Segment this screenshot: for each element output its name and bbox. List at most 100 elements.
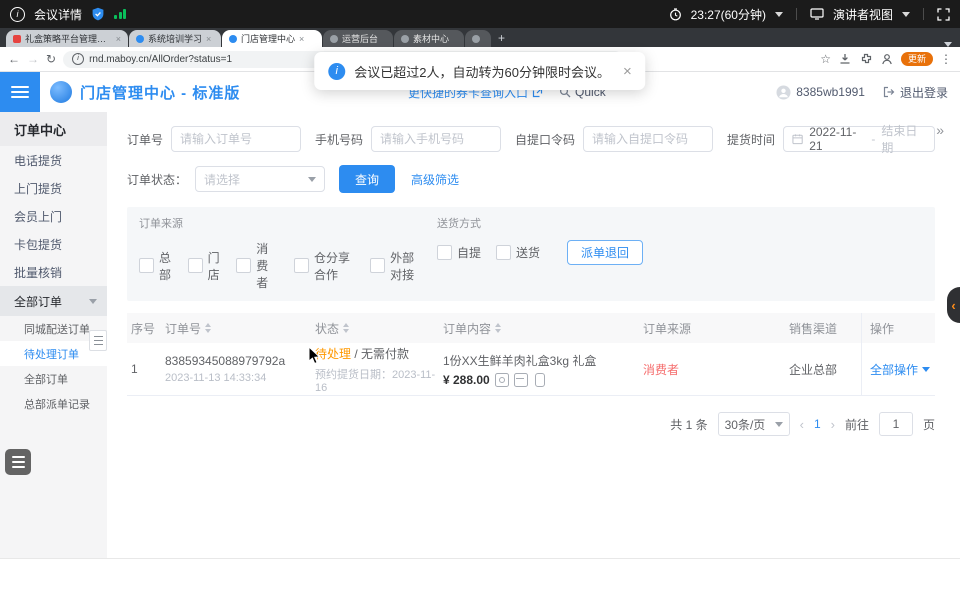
advanced-filter-link[interactable]: 高级筛选 — [411, 171, 459, 188]
timer-caret-icon[interactable] — [775, 12, 783, 17]
browser-update-button[interactable]: 更新 — [901, 52, 933, 66]
forward-button[interactable]: → — [27, 53, 39, 65]
row-index: 1 — [127, 362, 161, 376]
download-icon[interactable] — [838, 52, 852, 66]
prev-page-button[interactable]: ‹ — [800, 417, 804, 432]
dispatch-return-button[interactable]: 派单退回 — [567, 240, 643, 265]
browser-tab[interactable]: 系统培训学习 × — [129, 30, 221, 47]
sidebar-item-batch-verify[interactable]: 批量核销 — [0, 258, 107, 286]
profile-icon[interactable] — [880, 52, 894, 66]
sidebar-item-all-orders[interactable]: 全部订单 — [0, 366, 107, 391]
sort-icon[interactable] — [343, 323, 349, 333]
col-index: 序号 — [127, 320, 161, 337]
delivery-mode-title: 送货方式 — [437, 215, 643, 231]
checkbox-icon — [496, 245, 511, 260]
checkbox-icon — [437, 245, 452, 260]
meeting-timer: 23:27(60分钟) — [691, 6, 766, 23]
sidebar-item-card-pickup[interactable]: 卡包提货 — [0, 230, 107, 258]
checkbox-source-store[interactable]: 门店 — [188, 249, 222, 283]
new-tab-button[interactable]: + — [498, 31, 505, 45]
order-no-input[interactable] — [171, 126, 301, 152]
tab-close-icon[interactable]: × — [206, 34, 211, 44]
bookmark-icon[interactable]: ☆ — [820, 53, 831, 65]
order-content-value: 1份XX生鲜羊肉礼盒3kg 礼盒 — [443, 352, 639, 369]
checkbox-source-share[interactable]: 仓分享合作 — [294, 249, 355, 283]
browser-tab[interactable]: 运营后台 — [323, 30, 393, 47]
checkbox-icon — [188, 258, 203, 273]
next-page-button[interactable]: › — [831, 417, 835, 432]
browser-tab-active[interactable]: 门店管理中心 × — [222, 30, 322, 47]
order-main-panel: » 订单号 手机号码 自提口令码 提货时间 2022-11-21 - 结束日期 — [107, 112, 960, 558]
logout-button[interactable]: 退出登录 — [883, 84, 948, 101]
row-channel: 企业总部 — [785, 361, 861, 378]
quick-filter-panel: 订单来源 总部 门店 消费者 仓分享合作 外部对接 送货方式 自提 送货 派单退… — [127, 207, 935, 301]
info-icon: i — [328, 63, 345, 80]
user-account[interactable]: 8385wb1991 — [776, 85, 865, 100]
all-actions-dropdown[interactable]: 全部操作 — [870, 361, 930, 378]
col-status[interactable]: 状态 — [311, 320, 439, 337]
row-content-cell: 1份XX生鲜羊肉礼盒3kg 礼盒 ¥ 288.00 — [439, 352, 639, 387]
col-content[interactable]: 订单内容 — [439, 320, 639, 337]
brand-name: 门店管理中心 - 标准版 — [80, 82, 240, 103]
chevron-down-icon — [922, 367, 930, 372]
browser-tab[interactable]: 素材中心 — [394, 30, 464, 47]
pickup-code-label: 自提口令码 — [515, 131, 575, 148]
filter-collapse-icon[interactable]: » — [936, 122, 944, 138]
browser-menu-icon[interactable]: ⋮ — [940, 52, 952, 66]
view-mode-label[interactable]: 演讲者视图 — [833, 6, 893, 23]
meeting-panel-handle[interactable]: ‹ — [947, 287, 960, 323]
sidebar-collapse-handle[interactable] — [89, 330, 107, 351]
checkbox-source-external[interactable]: 外部对接 — [370, 249, 422, 283]
meeting-detail-label[interactable]: 会议详情 — [34, 6, 82, 23]
browser-tab[interactable] — [465, 30, 491, 47]
page-size-select[interactable]: 30条/页 — [718, 412, 790, 436]
date-range-picker[interactable]: 2022-11-21 - 结束日期 — [783, 126, 935, 152]
sidebar-item-member-visit[interactable]: 会员上门 — [0, 202, 107, 230]
tab-close-icon[interactable]: × — [116, 34, 121, 44]
site-info-icon[interactable]: i — [72, 53, 84, 65]
table-row[interactable]: 1 83859345088979792a 2023-11-13 14:33:34… — [127, 343, 935, 396]
search-button[interactable]: 查询 — [339, 165, 395, 193]
checkbox-source-hq[interactable]: 总部 — [139, 249, 173, 283]
sort-icon[interactable] — [205, 323, 211, 333]
tab-favicon — [13, 35, 21, 43]
brand: 门店管理中心 - 标准版 — [50, 72, 240, 112]
back-button[interactable]: ← — [8, 53, 20, 65]
tab-favicon — [330, 35, 338, 43]
current-page[interactable]: 1 — [814, 417, 821, 431]
tab-title: 礼盒策略平台管理中心 — [25, 32, 112, 45]
goto-page-input[interactable] — [879, 412, 913, 436]
tab-close-icon[interactable]: × — [299, 34, 304, 44]
tab-title: 门店管理中心 — [241, 32, 295, 45]
pagination: 共 1 条 30条/页 ‹ 1 › 前往 页 — [127, 412, 935, 436]
logout-icon — [883, 86, 895, 98]
sort-icon[interactable] — [495, 323, 501, 333]
app-menu-button[interactable] — [0, 72, 40, 112]
checkbox-delivery-delivery[interactable]: 送货 — [496, 244, 540, 261]
sidebar-item-hq-dispatch-log[interactable]: 总部派单记录 — [0, 391, 107, 416]
chevron-down-icon — [775, 422, 783, 427]
pickup-date-value: 预约提货日期：2023-11-16 — [315, 366, 439, 394]
checkbox-delivery-selfpickup[interactable]: 自提 — [437, 244, 481, 261]
chevron-down-icon — [89, 299, 97, 304]
sidebar-group-all-orders[interactable]: 全部订单 — [0, 286, 107, 316]
pickup-code-input[interactable] — [583, 126, 713, 152]
view-mode-caret-icon[interactable] — [902, 12, 910, 17]
sidebar-item-door-pickup[interactable]: 上门提货 — [0, 174, 107, 202]
floating-toolbar-button[interactable] — [5, 449, 31, 475]
col-order-no[interactable]: 订单号 — [161, 320, 311, 337]
order-status-select[interactable]: 请选择 — [195, 166, 325, 192]
meeting-info-icon[interactable]: i — [10, 7, 25, 22]
fullscreen-icon[interactable] — [937, 8, 950, 21]
extensions-icon[interactable] — [859, 52, 873, 66]
sidebar-item-phone-pickup[interactable]: 电话提货 — [0, 146, 107, 174]
page-unit: 页 — [923, 416, 935, 433]
browser-tab[interactable]: 礼盒策略平台管理中心 × — [6, 30, 128, 47]
pickup-time-label: 提货时间 — [727, 131, 775, 148]
tab-title: 运营后台 — [342, 32, 378, 45]
phone-input[interactable] — [371, 126, 501, 152]
toast-close-icon[interactable]: × — [623, 63, 632, 80]
reload-button[interactable]: ↻ — [46, 53, 56, 65]
checkbox-source-consumer[interactable]: 消费者 — [236, 240, 279, 291]
col-channel: 销售渠道 — [785, 320, 861, 337]
